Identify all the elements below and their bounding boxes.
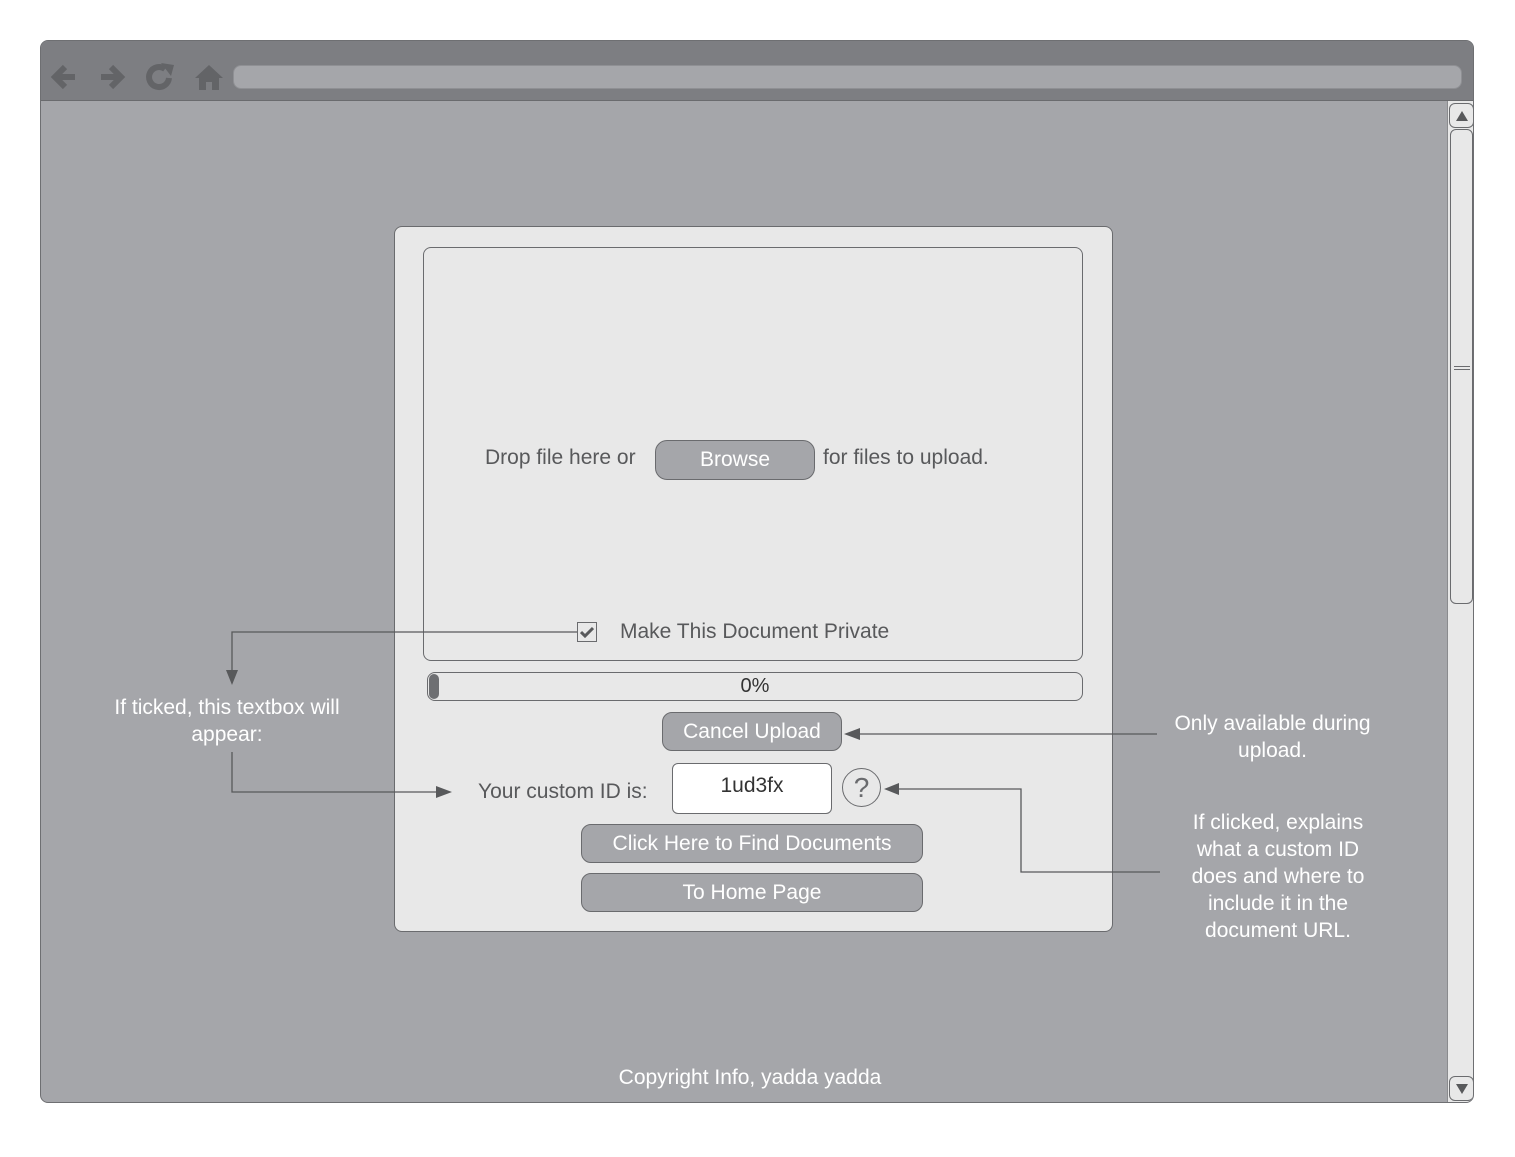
drop-text-after: for files to upload. bbox=[823, 446, 989, 469]
browser-toolbar bbox=[41, 41, 1473, 101]
cancel-annotation: Only available during upload. bbox=[1174, 712, 1371, 762]
forward-arrow-icon[interactable] bbox=[97, 61, 129, 93]
custom-id-field[interactable] bbox=[672, 763, 832, 814]
grip-line bbox=[1454, 366, 1470, 367]
vertical-scrollbar[interactable] bbox=[1447, 101, 1473, 1102]
triangle-down-icon bbox=[1455, 1083, 1468, 1094]
private-annotation: If ticked, this textbox will appear: bbox=[114, 696, 340, 746]
upload-progress-bar: 0% bbox=[427, 672, 1083, 701]
browse-button[interactable]: Browse bbox=[655, 440, 815, 480]
checkmark-icon bbox=[580, 626, 594, 638]
custom-id-label: Your custom ID is: bbox=[478, 780, 648, 803]
progress-label: 0% bbox=[740, 675, 770, 697]
help-icon[interactable]: ? bbox=[842, 768, 881, 807]
drop-text-before: Drop file here or bbox=[485, 446, 636, 469]
scroll-up-button[interactable] bbox=[1449, 103, 1473, 128]
cancel-upload-button[interactable]: Cancel Upload bbox=[662, 712, 842, 751]
copyright-footer: Copyright Info, yadda yadda bbox=[618, 1066, 882, 1089]
grip-line bbox=[1454, 369, 1470, 370]
triangle-up-icon bbox=[1455, 110, 1468, 121]
help-annotation: If clicked, explains what a custom ID do… bbox=[1191, 811, 1365, 942]
find-documents-button[interactable]: Click Here to Find Documents bbox=[581, 824, 923, 863]
reload-icon[interactable] bbox=[144, 61, 176, 93]
address-bar[interactable] bbox=[233, 65, 1462, 89]
home-page-button[interactable]: To Home Page bbox=[581, 873, 923, 912]
home-icon[interactable] bbox=[193, 61, 225, 93]
scroll-thumb[interactable] bbox=[1450, 129, 1473, 604]
scroll-down-button[interactable] bbox=[1449, 1076, 1473, 1101]
back-arrow-icon[interactable] bbox=[47, 61, 79, 93]
private-checkbox-label: Make This Document Private bbox=[620, 620, 890, 643]
private-checkbox[interactable] bbox=[577, 622, 597, 642]
